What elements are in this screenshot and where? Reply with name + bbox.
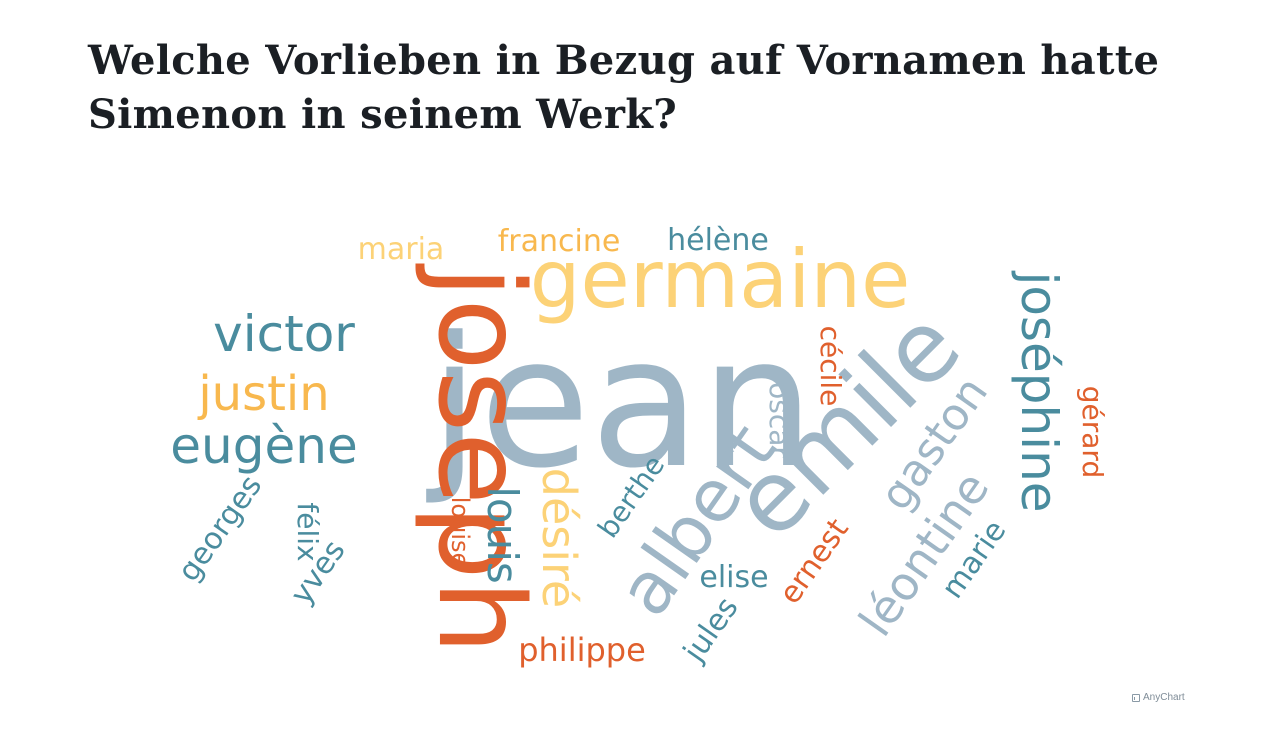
word-justin: justin bbox=[197, 366, 329, 422]
word-philippe: philippe bbox=[518, 631, 646, 669]
word-louis: louis bbox=[478, 486, 527, 584]
word-eugene: eugène bbox=[170, 417, 357, 475]
chart-icon bbox=[1132, 693, 1140, 702]
word-cloud: jeanjoseph emilegermainealbertvictoreugèn… bbox=[170, 223, 1109, 669]
word-maria: maria bbox=[358, 232, 445, 267]
word-desire: désiré bbox=[532, 468, 586, 608]
word-georges: georges bbox=[171, 469, 269, 588]
word-louise: louise bbox=[446, 497, 474, 568]
anychart-credit[interactable]: AnyChart bbox=[1132, 692, 1185, 703]
word-francine: francine bbox=[498, 224, 621, 259]
word-helene: hélène bbox=[667, 223, 769, 258]
word-cecile: cécile bbox=[814, 326, 847, 407]
word-josephine: joséphine bbox=[1010, 270, 1068, 512]
word-victor: victor bbox=[213, 305, 355, 363]
word-oscar: oscar bbox=[763, 382, 796, 458]
word-elise: elise bbox=[699, 560, 768, 595]
word-gerard: gérard bbox=[1076, 386, 1109, 478]
credit-label: AnyChart bbox=[1143, 692, 1185, 703]
